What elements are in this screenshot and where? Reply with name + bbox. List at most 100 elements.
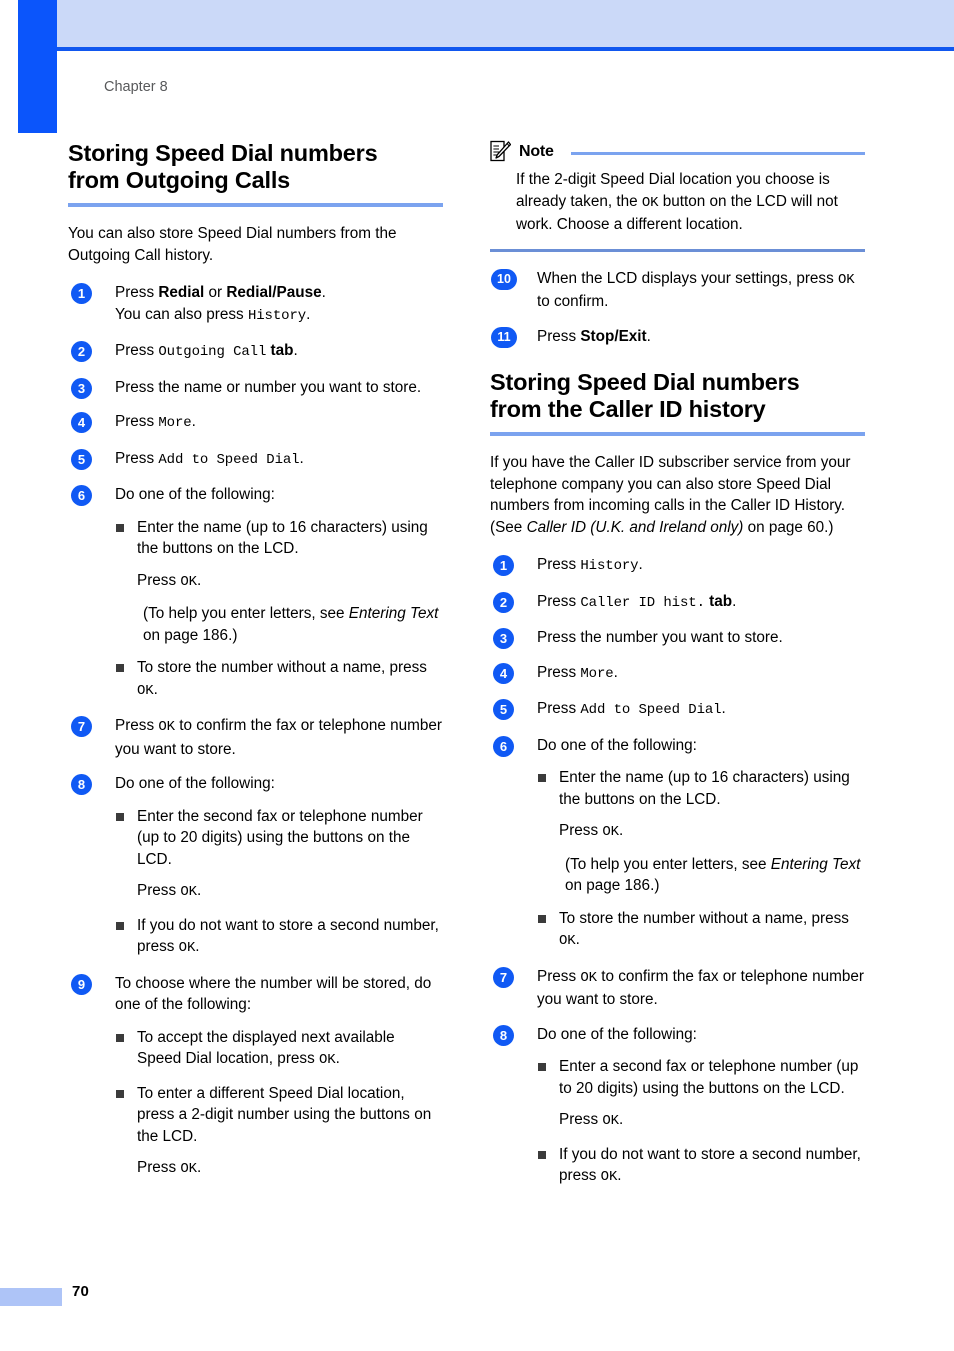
step-text-part: Press — [115, 342, 159, 359]
step-item: 1 Press History. — [490, 554, 865, 578]
step-text: Do one of the following: — [537, 736, 697, 754]
step-text: Press Redial or Redial/Pause. You can als… — [115, 282, 443, 327]
lcd-label-ok: OK — [178, 940, 196, 956]
step-text-part: (To help you enter letters, see — [143, 605, 349, 622]
step-item: 7 Press OK to confirm the fax or telepho… — [490, 966, 865, 1011]
button-name-stop-exit: Stop/Exit — [580, 327, 647, 345]
step-item: 4 Press More. — [68, 411, 443, 435]
step-badge: 11 — [491, 326, 517, 348]
lcd-label-add-to-speed-dial: Add to Speed Dial — [158, 451, 300, 468]
step-text-part: to confirm. — [537, 293, 609, 310]
step-text: Press History. — [537, 554, 865, 578]
step-text: Do one of the following: — [537, 1025, 697, 1043]
step-text-part: . — [617, 1167, 622, 1184]
lcd-label-ok: OK — [641, 194, 659, 211]
step-text-part: . — [335, 1050, 340, 1067]
step-text-part: Press — [137, 882, 181, 899]
section-storing-from-caller-id-history: Storing Speed Dial numbers from the Call… — [490, 369, 865, 538]
lcd-label-more: More — [158, 415, 192, 431]
section-storing-from-outgoing-calls: Storing Speed Dial numbers from Outgoing… — [68, 140, 443, 266]
bullet-item: Enter the name (up to 16 characters) usi… — [115, 517, 443, 647]
step-badge: 1 — [71, 283, 92, 304]
bullet-follow: Press OK. — [559, 820, 865, 844]
step-text: Press OK to confirm the fax or telephone… — [115, 715, 443, 760]
step-text-part: . — [196, 1159, 202, 1176]
step-text-part: on page 186.) — [565, 877, 660, 894]
lcd-label-history: History — [247, 307, 307, 324]
step-text-part: . — [306, 305, 311, 323]
bullet-text: To store the number without a name, pres… — [559, 909, 849, 927]
step-badge: 4 — [71, 412, 92, 433]
step-badge: 3 — [493, 628, 514, 649]
bullet-text: To store the number without a name, pres… — [137, 659, 427, 676]
note-title: Note — [519, 142, 554, 160]
step-text-part: Press — [115, 717, 159, 734]
step-text-part: Press — [137, 571, 181, 589]
step-text-part: Press — [115, 284, 159, 301]
step-text-part: . — [638, 556, 643, 573]
step-text-part: . — [293, 342, 298, 359]
lcd-label-ok: OK — [137, 682, 154, 699]
step-text: Press Stop/Exit. — [537, 326, 865, 348]
bullet-text: To accept the displayed next available S… — [137, 1028, 395, 1068]
step-text-part: or — [204, 284, 227, 301]
step-text: Press Add to Speed Dial. — [115, 448, 443, 472]
header-band — [57, 0, 954, 47]
lcd-label-ok: OK — [600, 1169, 618, 1185]
bullet-item: If you do not want to store a second num… — [115, 915, 443, 960]
lcd-label-ok: OK — [837, 271, 855, 288]
bullet-crossref: (To help you enter letters, see Entering… — [137, 603, 443, 646]
step-text: Press Add to Speed Dial. — [537, 698, 865, 722]
intro-text-part: on page 60.) — [743, 518, 834, 536]
section-title-line-2: from the Caller ID history — [490, 396, 766, 422]
step-text-part: . — [321, 284, 326, 301]
step-badge: 8 — [493, 1024, 514, 1046]
bullet-item: To accept the displayed next available S… — [115, 1027, 443, 1072]
left-column: Storing Speed Dial numbers from Outgoing… — [68, 140, 443, 1194]
step-badge: 3 — [71, 377, 92, 399]
step-item: 3 Press the number you want to store. — [490, 627, 865, 649]
bullet-item: If you do not want to store a second num… — [537, 1144, 865, 1189]
button-name-redial-pause: Redial/Pause — [226, 284, 322, 301]
lcd-label-add-to-speed-dial: Add to Speed Dial — [580, 702, 722, 718]
step-text-part: (To help you enter letters, see — [565, 855, 771, 873]
bullet-item: To enter a different Speed Dial location… — [115, 1083, 443, 1181]
section-rule — [490, 432, 865, 436]
step-text-part: Press — [537, 663, 581, 681]
lcd-label-ok: OK — [180, 573, 197, 590]
step-text-part: Press — [537, 327, 581, 345]
lcd-label-ok: OK — [580, 969, 597, 986]
step-item: 7 Press OK to confirm the fax or telepho… — [68, 715, 443, 760]
lcd-label-ok: OK — [318, 1052, 336, 1068]
step-text-part: tab — [266, 342, 294, 359]
step-item: 3 Press the name or number you want to s… — [68, 377, 443, 399]
step-text: Press More. — [537, 662, 865, 686]
lcd-label-ok: OK — [158, 719, 175, 735]
step-text-part: Press — [115, 449, 159, 467]
step-badge: 1 — [493, 555, 514, 576]
page-number: 70 — [72, 1283, 90, 1300]
step-badge: 6 — [493, 735, 514, 757]
step-item: 5 Press Add to Speed Dial. — [490, 698, 865, 722]
step-text-part: . — [191, 413, 196, 430]
lcd-label-ok: OK — [602, 824, 619, 840]
page-title: Storing Speed Dial numbers from the Call… — [490, 369, 865, 423]
lcd-label-caller-id-hist: Caller ID hist. — [580, 594, 705, 611]
lcd-label-history: History — [580, 558, 639, 574]
step-text-part: . — [153, 680, 158, 698]
bullet-follow: Press OK. — [559, 1109, 865, 1133]
header-rule — [57, 47, 954, 51]
lcd-label-ok: OK — [559, 933, 576, 949]
lcd-label-more: More — [580, 665, 614, 682]
step-text-part: Press — [559, 1111, 603, 1128]
step-item: 9 To choose where the number will be sto… — [68, 973, 443, 1181]
step-item: 1 Press Redial or Redial/Pause. You can a… — [68, 282, 443, 327]
step-badge: 5 — [71, 448, 92, 470]
step-item: 10 When the LCD displays your settings, … — [490, 268, 865, 313]
bullet-item: Enter the name (up to 16 characters) usi… — [537, 767, 865, 897]
step-text-part: . — [618, 822, 624, 839]
step-text-part: . — [618, 1111, 624, 1128]
page-title: Storing Speed Dial numbers from Outgoing… — [68, 140, 443, 194]
step-badge: 7 — [493, 966, 514, 988]
step-text-part: . — [646, 327, 651, 345]
